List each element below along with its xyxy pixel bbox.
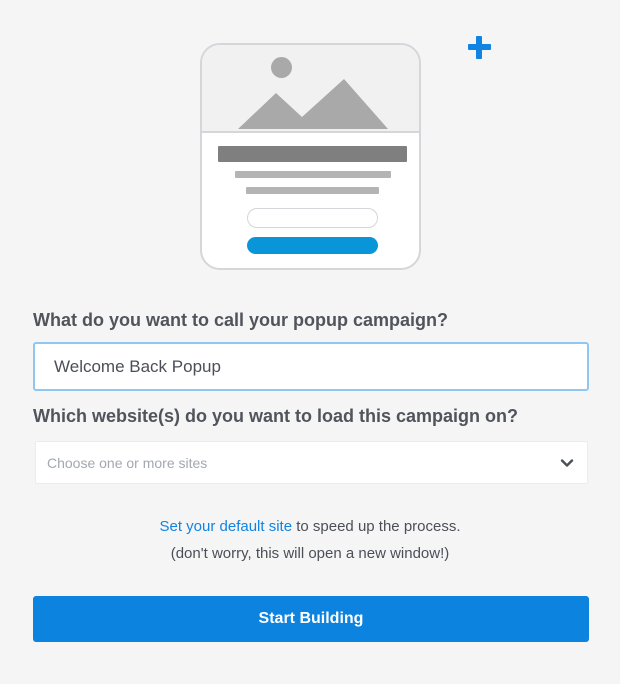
new-window-note: (don't worry, this will open a new windo… (170, 545, 450, 562)
website-select[interactable]: Choose one or more sites (35, 441, 588, 484)
illustration-heading-bar (218, 146, 407, 162)
plus-icon[interactable] (468, 36, 491, 59)
chevron-down-icon (560, 459, 574, 467)
website-select-placeholder: Choose one or more sites (47, 455, 208, 471)
campaign-name-input[interactable] (33, 342, 589, 391)
illustration-image-placeholder (202, 45, 419, 133)
illustration-input-shape (247, 208, 378, 228)
sun-icon (271, 57, 292, 78)
start-building-button[interactable]: Start Building (33, 596, 589, 642)
popup-preview-illustration (200, 43, 421, 270)
website-select-label: Which website(s) do you want to load thi… (33, 406, 519, 426)
hint-text: to speed up the process. (292, 518, 461, 535)
illustration-text-line (235, 171, 391, 178)
default-site-hint: Set your default site to speed up the pr… (0, 518, 620, 535)
campaign-name-label: What do you want to call your popup camp… (33, 310, 449, 330)
mountains-icon (238, 79, 388, 129)
set-default-site-link[interactable]: Set your default site (159, 518, 292, 535)
illustration-button-shape (247, 237, 378, 254)
illustration-text-line (246, 187, 379, 194)
